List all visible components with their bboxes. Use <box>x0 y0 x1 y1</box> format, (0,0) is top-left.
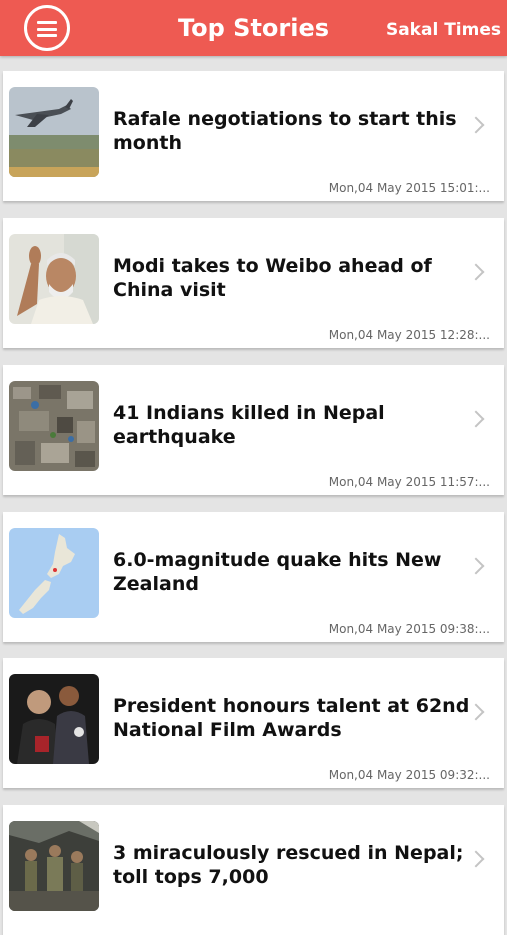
story-thumbnail <box>9 821 99 911</box>
app-header: Top Stories Sakal Times <box>0 0 507 56</box>
story-timestamp: Mon,04 May 2015 09:32:... <box>328 768 490 782</box>
story-card[interactable]: Rafale negotiations to start this month … <box>3 71 504 201</box>
aerial-rubble-icon <box>9 381 99 471</box>
brand-name: Sakal Times <box>385 20 501 40</box>
person-waving-icon <box>9 234 99 324</box>
fighter-jet-icon <box>9 87 99 177</box>
story-card[interactable]: Modi takes to Weibo ahead of China visit… <box>3 218 504 348</box>
story-headline: 3 miraculously rescued in Nepal; toll to… <box>113 842 464 888</box>
story-card[interactable]: 41 Indians killed in Nepal earthquake Mo… <box>3 365 504 495</box>
story-thumbnail <box>9 381 99 471</box>
award-ceremony-icon <box>9 674 99 764</box>
story-thumbnail <box>9 87 99 177</box>
map-icon <box>9 528 99 618</box>
story-headline: 41 Indians killed in Nepal earthquake <box>113 402 385 448</box>
story-headline: Rafale negotiations to start this month <box>113 108 457 154</box>
story-timestamp: Mon,04 May 2015 11:57:... <box>328 475 490 489</box>
story-thumbnail <box>9 674 99 764</box>
story-headline: 6.0-magnitude quake hits New Zealand <box>113 549 442 595</box>
story-thumbnail <box>9 528 99 618</box>
rescue-team-icon <box>9 821 99 911</box>
story-card[interactable]: 3 miraculously rescued in Nepal; toll to… <box>3 805 504 935</box>
story-timestamp: Mon,04 May 2015 12:28:... <box>328 328 490 342</box>
story-card[interactable]: President honours talent at 62nd Nationa… <box>3 658 504 788</box>
story-headline: Modi takes to Weibo ahead of China visit <box>113 255 432 301</box>
story-timestamp: Mon,04 May 2015 09:38:... <box>328 622 490 636</box>
story-thumbnail <box>9 234 99 324</box>
story-timestamp: Mon,04 May 2015 15:01:... <box>328 181 490 195</box>
story-card[interactable]: 6.0-magnitude quake hits New Zealand Mon… <box>3 512 504 642</box>
story-headline: President honours talent at 62nd Nationa… <box>113 695 470 741</box>
